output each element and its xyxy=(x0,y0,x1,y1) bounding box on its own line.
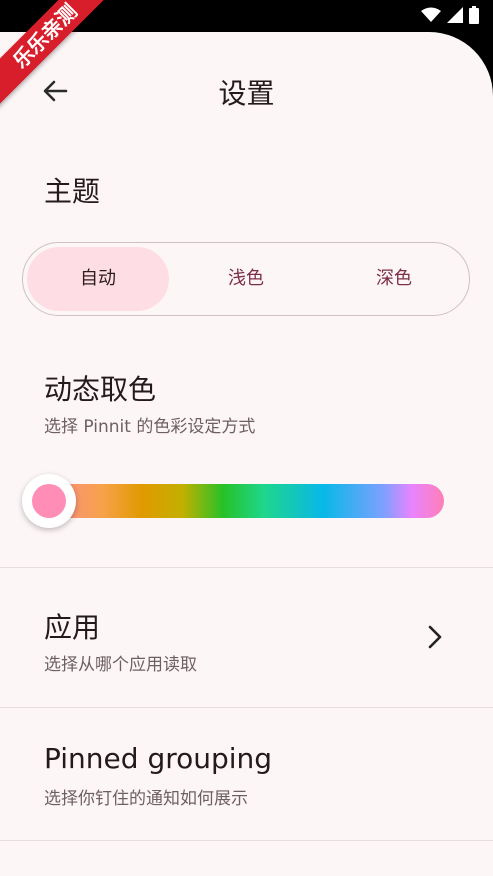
wifi-icon xyxy=(421,7,441,22)
divider xyxy=(0,840,493,841)
signal-icon xyxy=(447,7,463,23)
pinned-grouping-title[interactable]: Pinned grouping xyxy=(44,742,272,775)
theme-segmented-control: 自动 浅色 深色 xyxy=(22,242,470,316)
divider xyxy=(0,707,493,708)
dynamic-color-title: 动态取色 xyxy=(44,373,157,406)
top-app-bar: 设置 xyxy=(0,72,493,112)
color-slider-thumb[interactable] xyxy=(22,474,76,528)
pinned-grouping-subtitle: 选择你钉住的通知如何展示 xyxy=(44,789,248,809)
chevron-right-icon[interactable] xyxy=(422,624,448,650)
theme-option-auto[interactable]: 自动 xyxy=(27,247,169,311)
apps-title[interactable]: 应用 xyxy=(44,606,100,646)
apps-subtitle: 选择从哪个应用读取 xyxy=(44,655,197,675)
color-slider-track[interactable] xyxy=(42,484,444,518)
color-swatch xyxy=(32,484,66,518)
divider xyxy=(0,567,493,568)
theme-title: 主题 xyxy=(44,175,101,208)
page-title: 设置 xyxy=(218,77,275,110)
status-icons xyxy=(421,6,479,24)
battery-icon xyxy=(469,6,479,24)
dynamic-color-subtitle: 选择 Pinnit 的色彩设定方式 xyxy=(44,417,256,437)
theme-option-light[interactable]: 浅色 xyxy=(175,247,317,311)
back-arrow-icon[interactable] xyxy=(40,76,70,106)
theme-option-dark[interactable]: 深色 xyxy=(323,247,465,311)
settings-screen: 设置 主题 自动 浅色 深色 动态取色 选择 Pinnit 的色彩设定方式 应用… xyxy=(0,32,493,876)
